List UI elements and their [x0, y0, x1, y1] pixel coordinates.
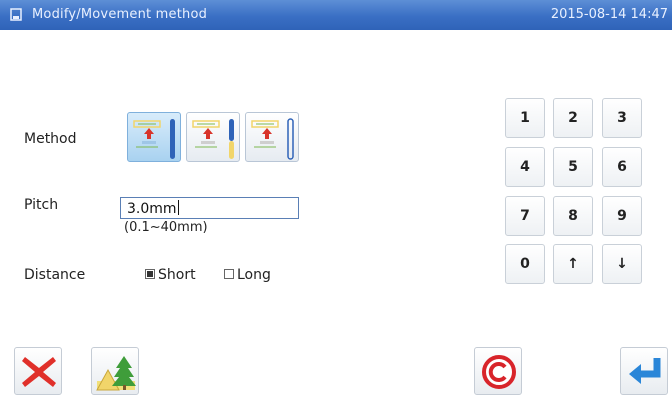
key-7-button[interactable]: 7 [505, 196, 545, 236]
scene-button[interactable] [91, 347, 139, 395]
short-option-label: Short [158, 267, 196, 283]
clock: 2015-08-14 14:47 [550, 7, 668, 22]
key-9-button[interactable]: 9 [602, 196, 642, 236]
key-6-button[interactable]: 6 [602, 147, 642, 187]
title-bar: Modify/Movement method 2015-08-14 14:47 [0, 0, 672, 30]
long-checkbox[interactable] [224, 269, 234, 279]
text-caret [177, 200, 179, 215]
method-2-icon [192, 119, 234, 159]
cancel-button[interactable] [14, 347, 62, 395]
key-down-button[interactable]: ↓ [602, 244, 642, 284]
distance-long-option[interactable]: Long [224, 267, 271, 283]
key-1-button[interactable]: 1 [505, 98, 545, 138]
key-8-button[interactable]: 8 [553, 196, 593, 236]
clear-button[interactable] [474, 347, 522, 395]
enter-arrow-icon [629, 358, 661, 384]
enter-button[interactable] [620, 347, 668, 395]
distance-label: Distance [24, 267, 86, 283]
clear-c-icon [482, 355, 516, 389]
pitch-label: Pitch [24, 197, 59, 213]
method-label: Method [24, 131, 77, 147]
pitch-value: 3.0mm [127, 201, 177, 217]
pattern-icon [10, 8, 22, 21]
pitch-range-hint: (0.1~40mm) [124, 220, 208, 235]
tree-landscape-icon [96, 356, 136, 391]
method-1-icon [133, 119, 175, 159]
long-option-label: Long [237, 267, 271, 283]
method-option-2[interactable] [186, 112, 240, 162]
key-up-button[interactable]: ↑ [553, 244, 593, 284]
key-0-button[interactable]: 0 [505, 244, 545, 284]
method-option-1[interactable] [127, 112, 181, 162]
method-option-3[interactable] [245, 112, 299, 162]
cancel-x-icon [22, 357, 56, 387]
key-4-button[interactable]: 4 [505, 147, 545, 187]
window-title: Modify/Movement method [32, 7, 208, 22]
short-checkbox[interactable] [145, 269, 155, 279]
pitch-input[interactable]: 3.0mm [120, 197, 299, 219]
key-5-button[interactable]: 5 [553, 147, 593, 187]
key-3-button[interactable]: 3 [602, 98, 642, 138]
key-2-button[interactable]: 2 [553, 98, 593, 138]
method-3-icon [251, 118, 294, 160]
distance-short-option[interactable]: Short [145, 267, 196, 283]
